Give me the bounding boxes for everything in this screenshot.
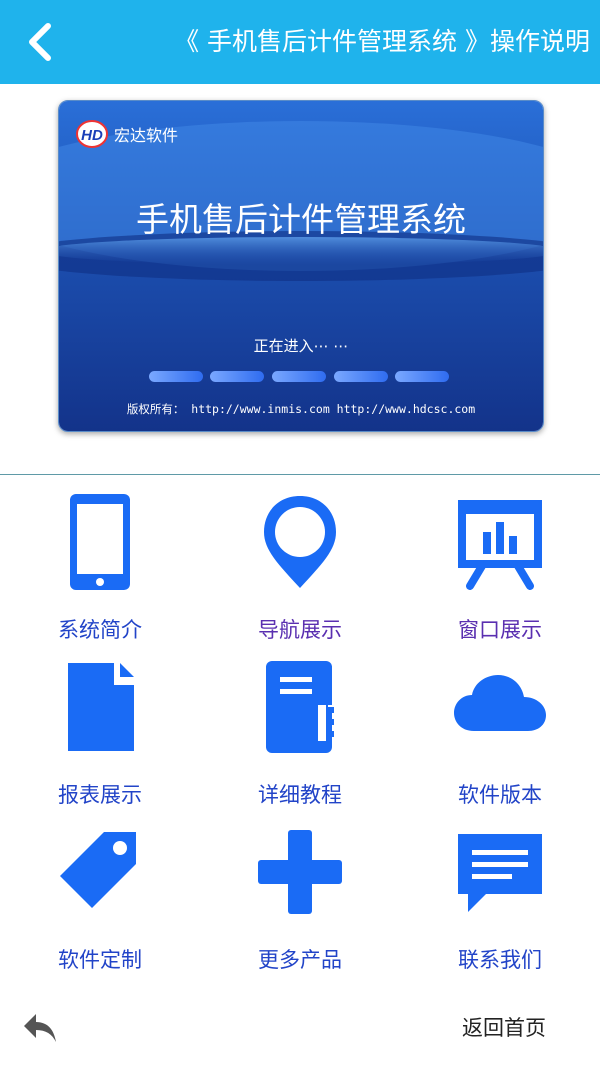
menu-item-contact-us[interactable]: 联系我们 [400,824,600,984]
menu-label: 导航展示 [258,618,342,642]
menu-item-software-version[interactable]: 软件版本 [400,659,600,819]
back-arrow-icon[interactable] [20,20,60,64]
menu-item-more-products[interactable]: 更多产品 [200,824,400,984]
menu-label: 软件定制 [58,948,142,972]
divider [0,474,600,475]
menu-label: 报表展示 [58,783,142,807]
presentation-board-icon [458,500,542,590]
menu-label: 更多产品 [258,948,342,972]
menu-item-system-intro[interactable]: 系统简介 [0,494,200,654]
menu-item-window-display[interactable]: 窗口展示 [400,494,600,654]
tag-icon [60,832,136,908]
menu-item-custom-software[interactable]: 软件定制 [0,824,200,984]
top-bar: 《 手机售后计件管理系统 》操作说明 [0,0,600,84]
return-home-link[interactable]: 返回首页 [462,1012,546,1042]
message-icon [458,834,542,912]
menu-item-report-display[interactable]: 报表展示 [0,659,200,819]
menu-label: 软件版本 [458,783,542,807]
page-title: 《 手机售后计件管理系统 》操作说明 [174,27,590,56]
plus-icon [258,830,342,914]
menu-item-tutorial[interactable]: 详细教程 [200,659,400,819]
document-icon [68,663,134,751]
menu-label: 详细教程 [258,783,342,807]
logo-letters: HD [81,127,103,144]
phone-icon [70,494,130,590]
cloud-icon [454,675,546,731]
loading-progress-bar [149,371,449,382]
copyright-text: 版权所有： http://www.inmis.com http://www.hd… [127,402,475,416]
banner-headline: 手机售后计件管理系统 [136,200,466,239]
loading-status: 正在进入⋯ ⋯ [254,337,349,355]
menu-label: 系统简介 [58,618,142,642]
reply-back-icon[interactable] [22,1010,58,1044]
splash-banner-image: HD 宏达软件 手机售后计件管理系统 正在进入⋯ ⋯ 版权所有： http://… [58,100,544,432]
brand-name: 宏达软件 [114,126,178,145]
menu-label: 联系我们 [458,948,542,972]
company-logo: HD [76,120,108,148]
menu-label: 窗口展示 [458,618,542,642]
menu-item-navigation[interactable]: 导航展示 [200,494,400,654]
notebook-icon [266,661,336,753]
location-pin-icon [264,496,336,588]
